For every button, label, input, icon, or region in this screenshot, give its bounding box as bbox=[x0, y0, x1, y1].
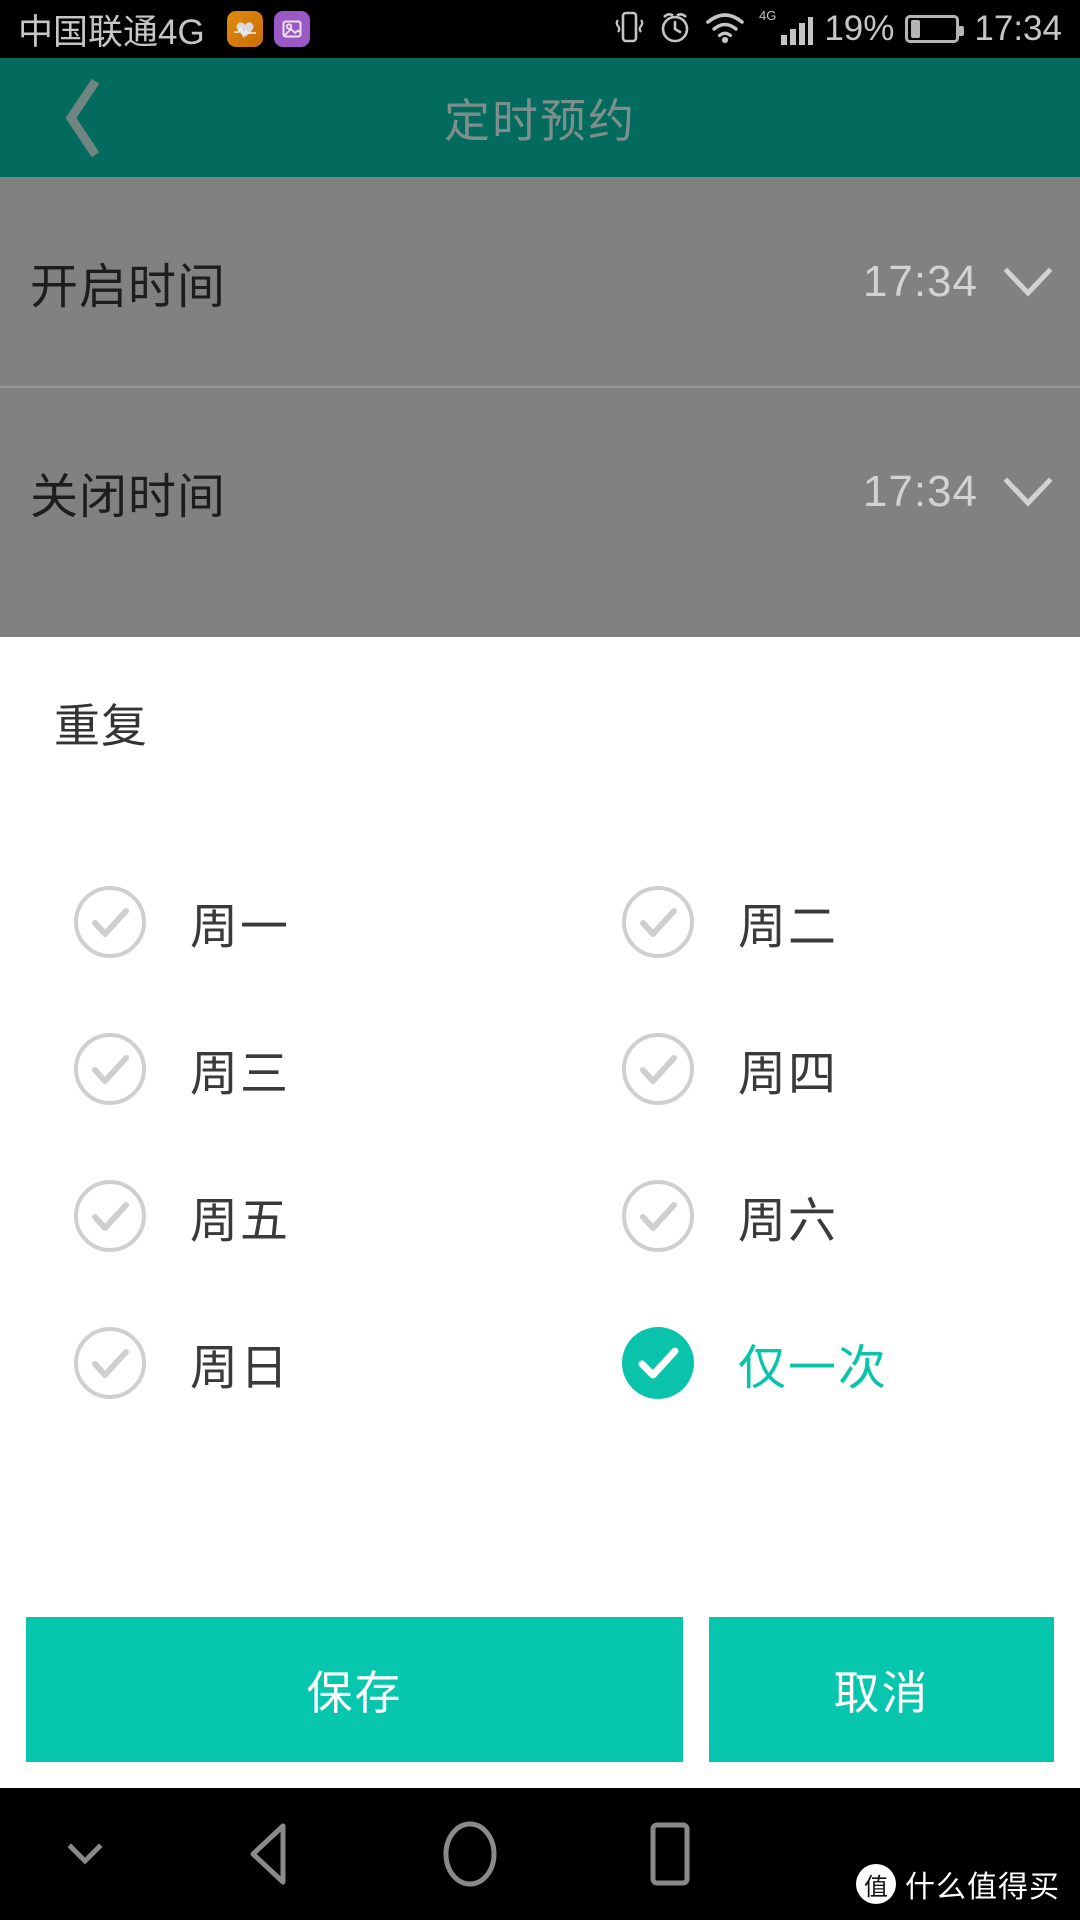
battery-icon bbox=[905, 15, 965, 43]
nav-back-button[interactable] bbox=[170, 1788, 370, 1920]
repeat-row: 周五 周六 bbox=[0, 1142, 1080, 1289]
chevron-left-icon bbox=[65, 78, 100, 157]
repeat-option-label: 周三 bbox=[190, 1047, 291, 1101]
navigation-bar: 值 什么值得买 bbox=[0, 1788, 1080, 1920]
triangle-back-icon bbox=[250, 1823, 286, 1885]
vibrate-icon bbox=[612, 9, 646, 50]
phone-screen: 中国联通4G 4G 19% 17:34 定时预约 开启时间 17:34 关闭时间… bbox=[0, 0, 1080, 1920]
svg-text:4G: 4G bbox=[759, 8, 776, 23]
repeat-option-label: 周四 bbox=[738, 1047, 839, 1101]
checkbox-unchecked-icon[interactable] bbox=[622, 885, 694, 958]
gallery-app-icon bbox=[273, 11, 310, 47]
action-button-bar: 保存 取消 bbox=[0, 1617, 1080, 1762]
watermark-text: 什么值得买 bbox=[905, 1871, 1060, 1904]
chevron-down-icon bbox=[1004, 476, 1052, 507]
repeat-option-friday[interactable]: 周五 bbox=[0, 1142, 540, 1289]
clock-label: 17:34 bbox=[974, 9, 1062, 48]
start-time-label: 开启时间 bbox=[30, 260, 227, 314]
checkbox-unchecked-icon[interactable] bbox=[74, 1326, 146, 1399]
repeat-option-label: 周日 bbox=[190, 1341, 291, 1395]
repeat-option-label: 周五 bbox=[190, 1194, 291, 1248]
battery-percent-label: 19% bbox=[824, 9, 895, 48]
repeat-option-tuesday[interactable]: 周二 bbox=[540, 848, 1080, 995]
repeat-option-once[interactable]: 仅一次 bbox=[540, 1289, 1080, 1436]
nav-recents-button[interactable] bbox=[570, 1788, 770, 1920]
checkbox-unchecked-icon[interactable] bbox=[74, 885, 146, 958]
watermark: 值 什么值得买 bbox=[856, 1862, 1060, 1906]
repeat-option-saturday[interactable]: 周六 bbox=[540, 1142, 1080, 1289]
end-time-control[interactable]: 17:34 bbox=[863, 467, 1052, 517]
nav-home-button[interactable] bbox=[370, 1788, 570, 1920]
carrier-label: 中国联通4G bbox=[18, 12, 205, 52]
checkbox-unchecked-icon[interactable] bbox=[622, 1179, 694, 1252]
status-bar-right: 4G 19% 17:34 bbox=[612, 7, 1062, 52]
app-bar: 定时预约 bbox=[0, 58, 1080, 177]
start-time-value: 17:34 bbox=[862, 256, 978, 306]
4g-signal-icon: 4G bbox=[757, 7, 814, 52]
time-settings-panel: 开启时间 17:34 关闭时间 17:34 bbox=[0, 177, 1080, 637]
alarm-icon bbox=[657, 9, 693, 50]
repeat-option-monday[interactable]: 周一 bbox=[0, 848, 540, 995]
start-time-row[interactable]: 开启时间 17:34 bbox=[0, 177, 1080, 386]
end-time-value: 17:34 bbox=[862, 466, 978, 516]
repeat-option-label: 周二 bbox=[738, 900, 839, 954]
status-bar-left: 中国联通4G bbox=[18, 4, 310, 55]
start-time-control[interactable]: 17:34 bbox=[863, 257, 1052, 307]
repeat-option-label: 仅一次 bbox=[738, 1341, 889, 1395]
page-title: 定时预约 bbox=[444, 94, 636, 147]
chevron-down-icon bbox=[67, 1843, 103, 1865]
checkbox-checked-icon[interactable] bbox=[622, 1326, 694, 1399]
repeat-row: 周日 仅一次 bbox=[0, 1289, 1080, 1436]
repeat-row: 周三 周四 bbox=[0, 995, 1080, 1142]
repeat-section-title: 重复 bbox=[54, 700, 148, 752]
checkbox-unchecked-icon[interactable] bbox=[74, 1032, 146, 1105]
cancel-button[interactable]: 取消 bbox=[709, 1617, 1054, 1762]
repeat-day-grid: 周一 周二 周三 周四 周五 周六 周日 仅一次 bbox=[0, 848, 1080, 1436]
repeat-option-label: 周六 bbox=[738, 1194, 839, 1248]
checkbox-unchecked-icon[interactable] bbox=[622, 1032, 694, 1105]
square-recents-icon bbox=[650, 1822, 690, 1886]
end-time-label: 关闭时间 bbox=[30, 470, 227, 524]
chevron-down-icon bbox=[1004, 266, 1052, 297]
wifi-icon bbox=[704, 10, 746, 49]
checkbox-unchecked-icon[interactable] bbox=[74, 1179, 146, 1252]
back-button[interactable] bbox=[42, 78, 122, 158]
watermark-badge: 值 bbox=[856, 1864, 896, 1904]
status-app-icons bbox=[226, 11, 310, 47]
repeat-row: 周一 周二 bbox=[0, 848, 1080, 995]
circle-home-icon bbox=[443, 1821, 497, 1887]
save-button[interactable]: 保存 bbox=[26, 1617, 683, 1762]
end-time-row[interactable]: 关闭时间 17:34 bbox=[0, 386, 1080, 595]
hide-navbar-button[interactable] bbox=[0, 1788, 170, 1920]
repeat-option-label: 周一 bbox=[190, 900, 291, 954]
health-app-icon bbox=[226, 11, 263, 47]
repeat-option-sunday[interactable]: 周日 bbox=[0, 1289, 540, 1436]
status-bar: 中国联通4G 4G 19% 17:34 bbox=[0, 0, 1080, 58]
repeat-option-thursday[interactable]: 周四 bbox=[540, 995, 1080, 1142]
repeat-option-wednesday[interactable]: 周三 bbox=[0, 995, 540, 1142]
